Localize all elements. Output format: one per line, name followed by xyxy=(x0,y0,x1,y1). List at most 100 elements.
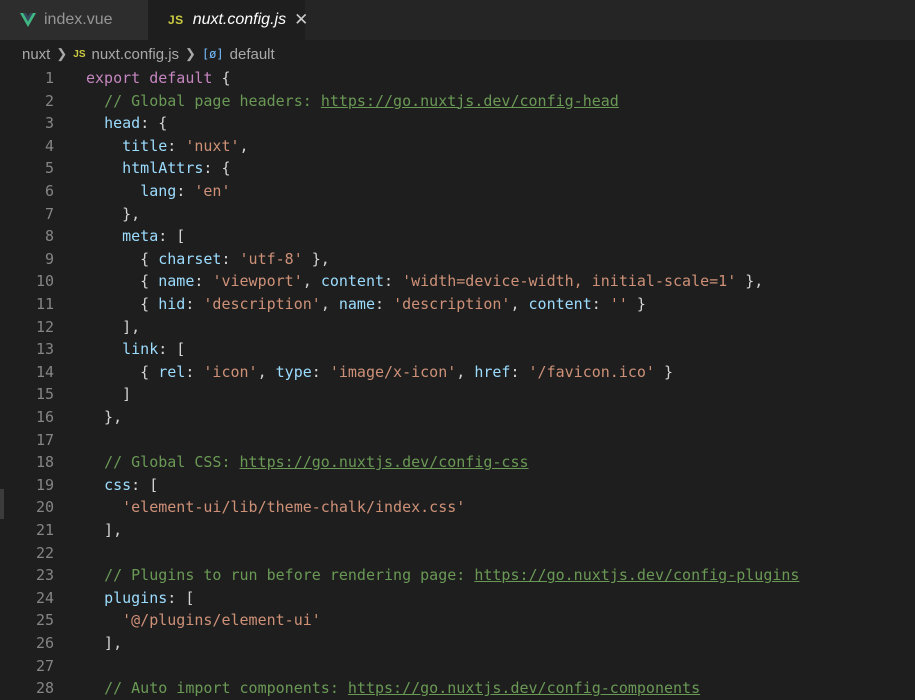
symbol-variable-icon: [ø] xyxy=(201,47,224,61)
code-token: htmlAttrs xyxy=(122,159,204,178)
code-token: : xyxy=(375,295,394,313)
code-token: : [ xyxy=(167,588,195,607)
line-number: 27 xyxy=(35,656,54,675)
code-token: , xyxy=(239,136,249,155)
code-editor[interactable]: 1 export default {2 // Global page header… xyxy=(0,66,915,700)
code-token: : { xyxy=(203,159,231,178)
code-token: // Plugins to run before rendering page: xyxy=(104,566,475,585)
line-number: 13 xyxy=(35,340,54,359)
code-text: 'element-ui/lib/theme-chalk/index.css' xyxy=(86,496,465,519)
breadcrumb-item-nuxt[interactable]: nuxt xyxy=(22,46,50,63)
code-text: export default { xyxy=(86,67,231,90)
code-line: 1 export default { xyxy=(0,67,915,90)
code-text: // Global CSS: https://go.nuxtjs.dev/con… xyxy=(86,451,528,474)
code-token: }, xyxy=(302,249,330,268)
code-token: 'element-ui/lib/theme-chalk/index.css' xyxy=(122,498,466,517)
code-text: plugins: [ xyxy=(86,587,194,610)
code-token: default xyxy=(149,69,213,87)
code-token: } xyxy=(627,295,646,313)
code-text: { charset: 'utf-8' }, xyxy=(86,248,330,271)
code-line: 14 { rel: 'icon', type: 'image/x-icon', … xyxy=(0,361,915,384)
line-number: 16 xyxy=(35,408,54,426)
code-token: lang xyxy=(140,182,177,200)
code-token: 'description' xyxy=(393,295,511,313)
code-line: 3 head: { xyxy=(0,112,915,135)
code-text: ], xyxy=(86,519,122,542)
code-line: 10 { name: 'viewport', content: 'width=d… xyxy=(0,270,915,293)
line-number: 10 xyxy=(35,272,54,291)
code-token: https://go.nuxtjs.dev/config-plugins xyxy=(474,566,800,585)
chevron-right-icon: ❯ xyxy=(185,46,196,61)
code-token: // Auto import components: xyxy=(104,679,348,698)
code-token: : xyxy=(185,362,204,381)
code-line: 21 ], xyxy=(0,519,915,542)
line-number: 19 xyxy=(35,475,54,494)
line-number: 22 xyxy=(35,543,54,562)
line-number: 21 xyxy=(35,521,54,539)
tab-label: nuxt.config.js xyxy=(192,11,287,28)
breadcrumb: nuxt ❯ JS nuxt.config.js ❯ [ø] default xyxy=(0,42,915,66)
vue-icon xyxy=(20,13,36,27)
line-number: 24 xyxy=(35,588,54,607)
code-token: // Global CSS: xyxy=(104,453,240,472)
close-icon[interactable]: ✕ xyxy=(294,10,308,30)
code-token: charset xyxy=(158,249,222,268)
code-token: { xyxy=(212,69,231,87)
code-token: }, xyxy=(86,204,141,223)
code-text: lang: 'en' xyxy=(86,180,230,203)
code-line: 12 ], xyxy=(0,316,915,339)
code-token: : [ xyxy=(158,227,186,246)
code-text: '@/plugins/element-ui' xyxy=(86,609,321,632)
code-token: https://go.nuxtjs.dev/config-head xyxy=(320,91,619,110)
line-number: 4 xyxy=(44,136,54,155)
code-token: hid xyxy=(158,295,186,313)
code-text: // Plugins to run before rendering page:… xyxy=(86,564,799,587)
code-token: 'description' xyxy=(203,295,321,313)
breadcrumb-item-symbol[interactable]: default xyxy=(230,46,275,63)
code-token: }, xyxy=(736,272,764,291)
breadcrumb-item-file[interactable]: nuxt.config.js xyxy=(92,46,180,63)
code-line: 4 title: 'nuxt', xyxy=(0,135,915,158)
code-token: 'image/x-icon' xyxy=(329,362,457,381)
code-token: export xyxy=(86,69,141,87)
chevron-right-icon: ❯ xyxy=(56,46,68,61)
code-token: { xyxy=(86,272,159,291)
code-text: ], xyxy=(86,316,140,339)
code-token: ] xyxy=(86,385,132,404)
code-line: 9 { charset: 'utf-8' }, xyxy=(0,248,915,271)
code-token: '' xyxy=(609,295,628,313)
line-number: 8 xyxy=(44,227,54,246)
code-line: 13 link: [ xyxy=(0,338,915,361)
code-line: 15 ] xyxy=(0,383,915,406)
code-token: 'width=device-width, initial-scale=1' xyxy=(402,272,737,291)
code-text: link: [ xyxy=(86,338,185,361)
code-token: '/favicon.ico' xyxy=(528,362,655,381)
code-token: : xyxy=(311,362,330,381)
code-text: { rel: 'icon', type: 'image/x-icon', hre… xyxy=(86,361,673,384)
line-number: 2 xyxy=(44,91,54,110)
code-text: head: { xyxy=(86,112,167,135)
code-token: // Global page headers: xyxy=(104,91,321,110)
code-token: : xyxy=(384,272,403,291)
js-icon: JS xyxy=(168,13,184,27)
code-token: , xyxy=(320,295,339,313)
line-number: 9 xyxy=(44,249,54,268)
code-text: }, xyxy=(86,203,140,226)
line-number: 6 xyxy=(44,182,54,200)
tab-nuxt-config-js[interactable]: JS nuxt.config.js ✕ xyxy=(148,0,308,40)
code-token: title xyxy=(122,136,168,155)
code-token: , xyxy=(302,272,321,291)
code-token: '@/plugins/element-ui' xyxy=(122,611,321,630)
tab-index-vue[interactable]: index.vue xyxy=(0,0,148,40)
line-number: 23 xyxy=(35,566,54,585)
code-token: plugins xyxy=(104,588,168,607)
code-line: 25 '@/plugins/element-ui' xyxy=(0,609,915,632)
